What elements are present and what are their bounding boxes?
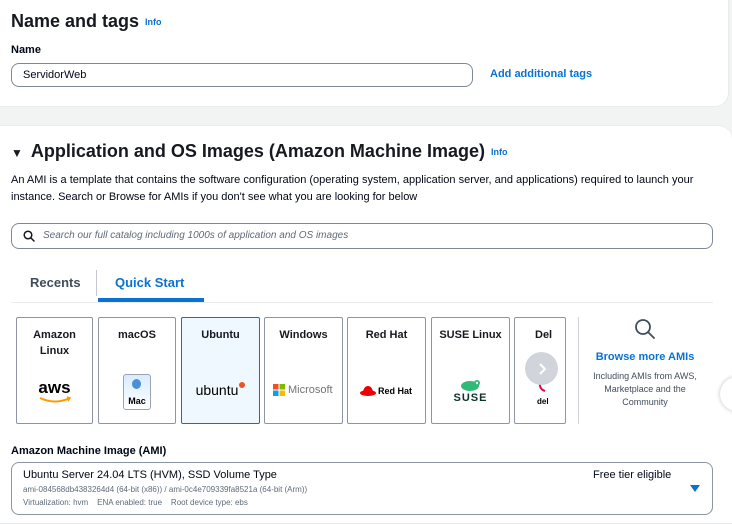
name-input[interactable]: ServidorWeb	[11, 63, 473, 87]
redhat-logo-icon: Red Hat	[360, 385, 412, 396]
ubuntu-logo-icon: ubuntu	[182, 382, 259, 400]
info-link[interactable]: Info	[491, 147, 508, 157]
app-os-heading[interactable]: ▼ Application and OS Images (Amazon Machi…	[11, 141, 507, 162]
tab-recents[interactable]: Recents	[30, 275, 81, 290]
logo-text: Mac	[128, 396, 146, 406]
name-input-value: ServidorWeb	[23, 69, 87, 81]
search-icon	[635, 319, 655, 339]
logo-text: ubuntu	[195, 382, 239, 398]
tab-baseline	[11, 302, 713, 303]
ami-tile-suse-linux[interactable]: SUSE Linux SUSE	[431, 317, 510, 424]
ami-search-input[interactable]: Search our full catalog including 1000s …	[11, 223, 713, 249]
mac-logo-icon: Mac	[99, 374, 175, 410]
ami-tile-amazon-linux[interactable]: Amazon Linux aws	[16, 317, 93, 424]
ami-tile-macos[interactable]: macOS Mac	[98, 317, 176, 424]
app-os-description: An AMI is a template that contains the s…	[11, 174, 694, 203]
tile-title: Amazon Linux	[33, 329, 76, 357]
browse-more-amis[interactable]: Browse more AMIs Including AMIs from AWS…	[588, 318, 702, 409]
browse-more-amis-link[interactable]: Browse more AMIs	[588, 351, 702, 363]
aws-logo-icon: aws	[17, 378, 92, 404]
name-label: Name	[11, 44, 41, 56]
tile-title: Del	[535, 329, 553, 341]
free-tier-badge: Free tier eligible	[593, 469, 672, 481]
tiles-divider	[578, 317, 579, 424]
logo-text: Microsoft	[288, 384, 333, 396]
carousel-next-button[interactable]	[525, 352, 558, 385]
logo-text: SUSE	[453, 392, 488, 404]
chevron-right-icon	[538, 362, 546, 375]
section-title: Application and OS Images (Amazon Machin…	[30, 141, 485, 161]
suse-logo-icon: SUSE	[432, 378, 509, 404]
logo-text: del	[537, 397, 549, 406]
logo-text: aws	[38, 378, 71, 397]
search-icon	[23, 230, 35, 242]
ami-select[interactable]: Ubuntu Server 24.04 LTS (HVM), SSD Volum…	[11, 462, 713, 515]
ami-tile-windows[interactable]: Windows Microsoft	[264, 317, 343, 424]
tile-title: Ubuntu	[201, 329, 240, 341]
logo-text: Red Hat	[378, 385, 413, 396]
tile-title: Red Hat	[365, 329, 408, 341]
tab-quick-start[interactable]: Quick Start	[115, 275, 184, 290]
name-and-tags-heading: Name and tags Info	[11, 11, 162, 32]
tile-title: macOS	[118, 329, 156, 341]
ami-tile-ubuntu[interactable]: Ubuntu ubuntu	[181, 317, 260, 424]
microsoft-logo-icon: Microsoft	[273, 384, 333, 396]
tab-divider	[96, 270, 97, 296]
tile-title: SUSE Linux	[439, 329, 502, 341]
browse-more-amis-subtext: Including AMIs from AWS, Marketplace and…	[593, 371, 697, 407]
tile-title: Windows	[279, 329, 328, 341]
caret-down-icon	[690, 485, 700, 492]
caret-down-icon[interactable]: ▼	[11, 146, 23, 160]
ami-name: Ubuntu Server 24.04 LTS (HVM), SSD Volum…	[23, 469, 277, 481]
add-additional-tags-link[interactable]: Add additional tags	[490, 68, 592, 80]
name-and-tags-panel: Name and tags Info Name ServidorWeb Add a…	[0, 0, 729, 107]
ami-details: Virtualization: hvm ENA enabled: true Ro…	[23, 498, 248, 507]
ami-ids: ami-084568db4383264d4 (64-bit (x86)) / a…	[23, 485, 308, 494]
section-title: Name and tags	[11, 11, 140, 31]
ami-tile-red-hat[interactable]: Red Hat Red Hat	[347, 317, 426, 424]
ami-label: Amazon Machine Image (AMI)	[11, 445, 167, 457]
info-link[interactable]: Info	[145, 17, 162, 27]
search-placeholder: Search our full catalog including 1000s …	[43, 230, 349, 241]
